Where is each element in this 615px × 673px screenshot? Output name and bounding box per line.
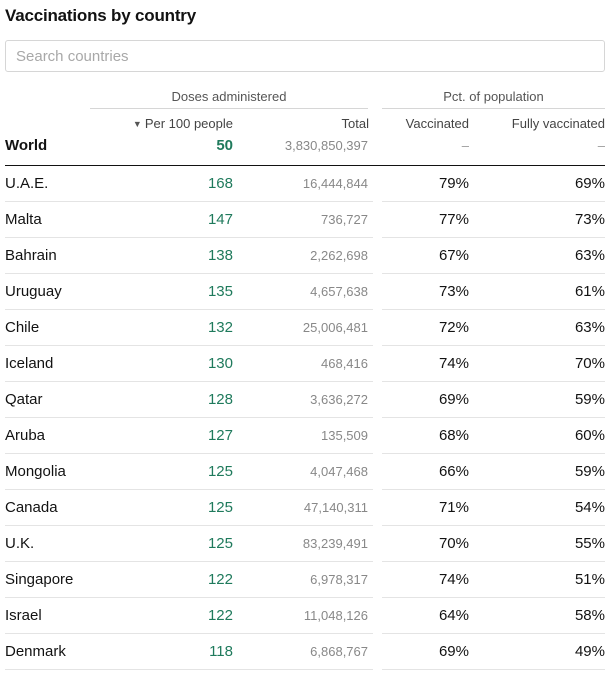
vaccinated-value: 77% — [438, 211, 469, 228]
pct-population-header: Pct. of population — [382, 89, 605, 109]
per100-value: 168 — [207, 175, 233, 192]
doses-administered-header: Doses administered — [90, 89, 368, 109]
total-value: 6,868,767 — [310, 644, 368, 659]
fully-vaccinated-value: 49% — [574, 643, 605, 660]
vaccinated-value: 66% — [438, 463, 469, 480]
table-row: Aruba 127 135,509 68% 60% — [5, 418, 605, 454]
vaccinated-value: 73% — [438, 283, 469, 300]
per100-value: 118 — [209, 643, 233, 660]
country-name: Israel — [5, 607, 42, 624]
table-row: Singapore 122 6,978,317 74% 51% — [5, 562, 605, 598]
total-value: 736,727 — [321, 212, 368, 227]
vaccinated-value: 72% — [438, 319, 469, 336]
table-row: U.K. 125 83,239,491 70% 55% — [5, 526, 605, 562]
country-name: Bahrain — [5, 247, 57, 264]
vaccinated-value: 74% — [438, 355, 469, 372]
per100-value: 135 — [207, 283, 233, 300]
country-name: Mongolia — [5, 463, 66, 480]
country-name: Malta — [5, 211, 42, 228]
country-name: U.K. — [5, 535, 35, 552]
fully-vaccinated-value: – — [597, 138, 605, 153]
fully-vaccinated-value: 61% — [574, 283, 605, 300]
per100-value: 125 — [207, 535, 233, 552]
fully-vaccinated-value: 73% — [574, 211, 605, 228]
world-row: World 50 3,830,850,397 – – — [5, 128, 605, 166]
fully-vaccinated-value: 54% — [574, 499, 605, 516]
fully-vaccinated-value: 58% — [574, 607, 605, 624]
country-name: Aruba — [5, 427, 46, 444]
total-value: 16,444,844 — [302, 176, 368, 191]
fully-vaccinated-value: 55% — [574, 535, 605, 552]
per100-value: 122 — [207, 571, 233, 588]
vaccinated-value: – — [461, 138, 469, 153]
per100-value: 125 — [207, 499, 233, 516]
vaccinated-value: 64% — [438, 607, 469, 624]
fully-vaccinated-value: 51% — [574, 571, 605, 588]
total-value: 25,006,481 — [302, 320, 368, 335]
total-value: 3,636,272 — [310, 392, 368, 407]
per100-value: 127 — [207, 427, 233, 444]
vaccinated-value: 79% — [438, 175, 469, 192]
per100-value: 128 — [207, 391, 233, 408]
country-name: World — [5, 137, 48, 154]
table-row: Uruguay 135 4,657,638 73% 61% — [5, 274, 605, 310]
vaccinated-value: 69% — [438, 391, 469, 408]
fully-vaccinated-value: 63% — [574, 247, 605, 264]
vaccinated-value: 70% — [438, 535, 469, 552]
total-value: 6,978,317 — [310, 572, 368, 587]
fully-vaccinated-value: 60% — [574, 427, 605, 444]
per100-value: 125 — [207, 463, 233, 480]
total-value: 135,509 — [321, 428, 368, 443]
country-name: Canada — [5, 499, 58, 516]
per100-value: 122 — [207, 607, 233, 624]
per100-value: 50 — [216, 137, 233, 154]
column-group-gap — [373, 166, 382, 670]
table-row: Qatar 128 3,636,272 69% 59% — [5, 382, 605, 418]
country-name: U.A.E. — [5, 175, 49, 192]
table-row: Denmark 118 6,868,767 69% 49% — [5, 634, 605, 670]
country-name: Denmark — [5, 643, 66, 660]
table-row: Iceland 130 468,416 74% 70% — [5, 346, 605, 382]
country-name: Iceland — [5, 355, 54, 372]
table-row: Bahrain 138 2,262,698 67% 63% — [5, 238, 605, 274]
total-value: 11,048,126 — [303, 608, 368, 623]
fully-vaccinated-value: 69% — [574, 175, 605, 192]
total-value: 3,830,850,397 — [284, 138, 368, 153]
per100-value: 130 — [207, 355, 233, 372]
table-row: U.A.E. 168 16,444,844 79% 69% — [5, 166, 605, 202]
table-row: Mongolia 125 4,047,468 66% 59% — [5, 454, 605, 490]
table-row: Malta 147 736,727 77% 73% — [5, 202, 605, 238]
fully-vaccinated-value: 59% — [574, 463, 605, 480]
vaccinated-value: 74% — [438, 571, 469, 588]
fully-vaccinated-value: 70% — [574, 355, 605, 372]
per100-value: 138 — [207, 247, 233, 264]
per100-value: 147 — [207, 211, 233, 228]
country-name: Chile — [5, 319, 40, 336]
total-value: 83,239,491 — [302, 536, 368, 551]
country-name: Singapore — [5, 571, 74, 588]
table-row: Israel 122 11,048,126 64% 58% — [5, 598, 605, 634]
total-value: 4,047,468 — [310, 464, 368, 479]
per100-value: 132 — [207, 319, 233, 336]
table-row: Canada 125 47,140,311 71% 54% — [5, 490, 605, 526]
country-name: Qatar — [5, 391, 43, 408]
search-box[interactable] — [5, 40, 605, 72]
vaccinated-value: 71% — [438, 499, 469, 516]
search-input[interactable] — [6, 41, 604, 71]
fully-vaccinated-value: 63% — [574, 319, 605, 336]
vaccinated-value: 69% — [438, 643, 469, 660]
total-value: 4,657,638 — [310, 284, 368, 299]
total-value: 2,262,698 — [310, 248, 368, 263]
vaccinated-value: 67% — [438, 247, 469, 264]
country-name: Uruguay — [5, 283, 62, 300]
page-title: Vaccinations by country — [5, 6, 196, 25]
vaccinated-value: 68% — [438, 427, 469, 444]
total-value: 47,140,311 — [303, 500, 368, 515]
table-row: Chile 132 25,006,481 72% 63% — [5, 310, 605, 346]
total-value: 468,416 — [321, 356, 368, 371]
fully-vaccinated-value: 59% — [574, 391, 605, 408]
